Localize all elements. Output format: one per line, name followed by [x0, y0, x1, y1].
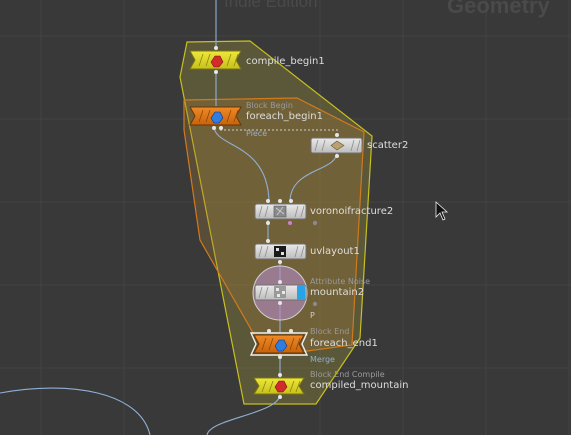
node-name: uvlayout1 [310, 246, 360, 257]
voronoi-icon [273, 205, 287, 218]
edition-watermark: Indie Edition [224, 0, 318, 11]
node-name: foreach_end1 [310, 338, 378, 349]
node-name: compile_begin1 [246, 56, 325, 67]
uvlayout-icon [274, 246, 286, 257]
mouse-cursor-icon [435, 201, 449, 221]
node-type-label: Block End [310, 327, 349, 336]
input-port[interactable] [266, 239, 270, 243]
input-port[interactable] [335, 133, 339, 137]
output-port[interactable] [278, 395, 282, 399]
output-port[interactable] [219, 126, 223, 130]
output-port[interactable] [278, 301, 282, 305]
node-name: scatter2 [367, 140, 408, 151]
node-type-label: Attribute Noise [310, 277, 370, 286]
output-port[interactable] [278, 260, 282, 264]
output-port[interactable] [212, 126, 216, 130]
info-dot [312, 301, 318, 307]
context-watermark: Geometry [447, 0, 550, 18]
input-port[interactable] [266, 199, 270, 203]
input-port[interactable] [278, 199, 282, 203]
network-editor-canvas[interactable]: compile_begin1 Block Begin foreach_begin… [0, 0, 571, 435]
input-port[interactable] [289, 199, 293, 203]
input-port[interactable] [214, 46, 218, 50]
output-port[interactable] [266, 221, 270, 225]
node-name: foreach_begin1 [246, 111, 323, 122]
node-type-label: Block End Compile [310, 370, 385, 379]
wire-background-left [0, 387, 151, 435]
noise-icon [274, 286, 286, 298]
output-port[interactable] [278, 355, 282, 359]
node-name: compiled_mountain [310, 380, 408, 391]
node-name: voronoifracture2 [310, 206, 393, 217]
input-port[interactable] [278, 280, 282, 284]
wire-label-piece: Piece [246, 129, 267, 138]
node-type-label: Block Begin [246, 101, 293, 110]
input-port[interactable] [267, 329, 271, 333]
display-flag[interactable] [297, 285, 305, 300]
node-flag-text: P [310, 311, 315, 320]
wire-label-merge: Merge [310, 355, 335, 364]
input-port[interactable] [278, 373, 282, 377]
output-port[interactable] [214, 70, 218, 74]
info-dot [312, 220, 318, 226]
input-port[interactable] [289, 329, 293, 333]
output-port[interactable] [335, 154, 339, 158]
attribute-output-port[interactable] [288, 221, 292, 225]
node-name: mountain2 [310, 287, 364, 298]
